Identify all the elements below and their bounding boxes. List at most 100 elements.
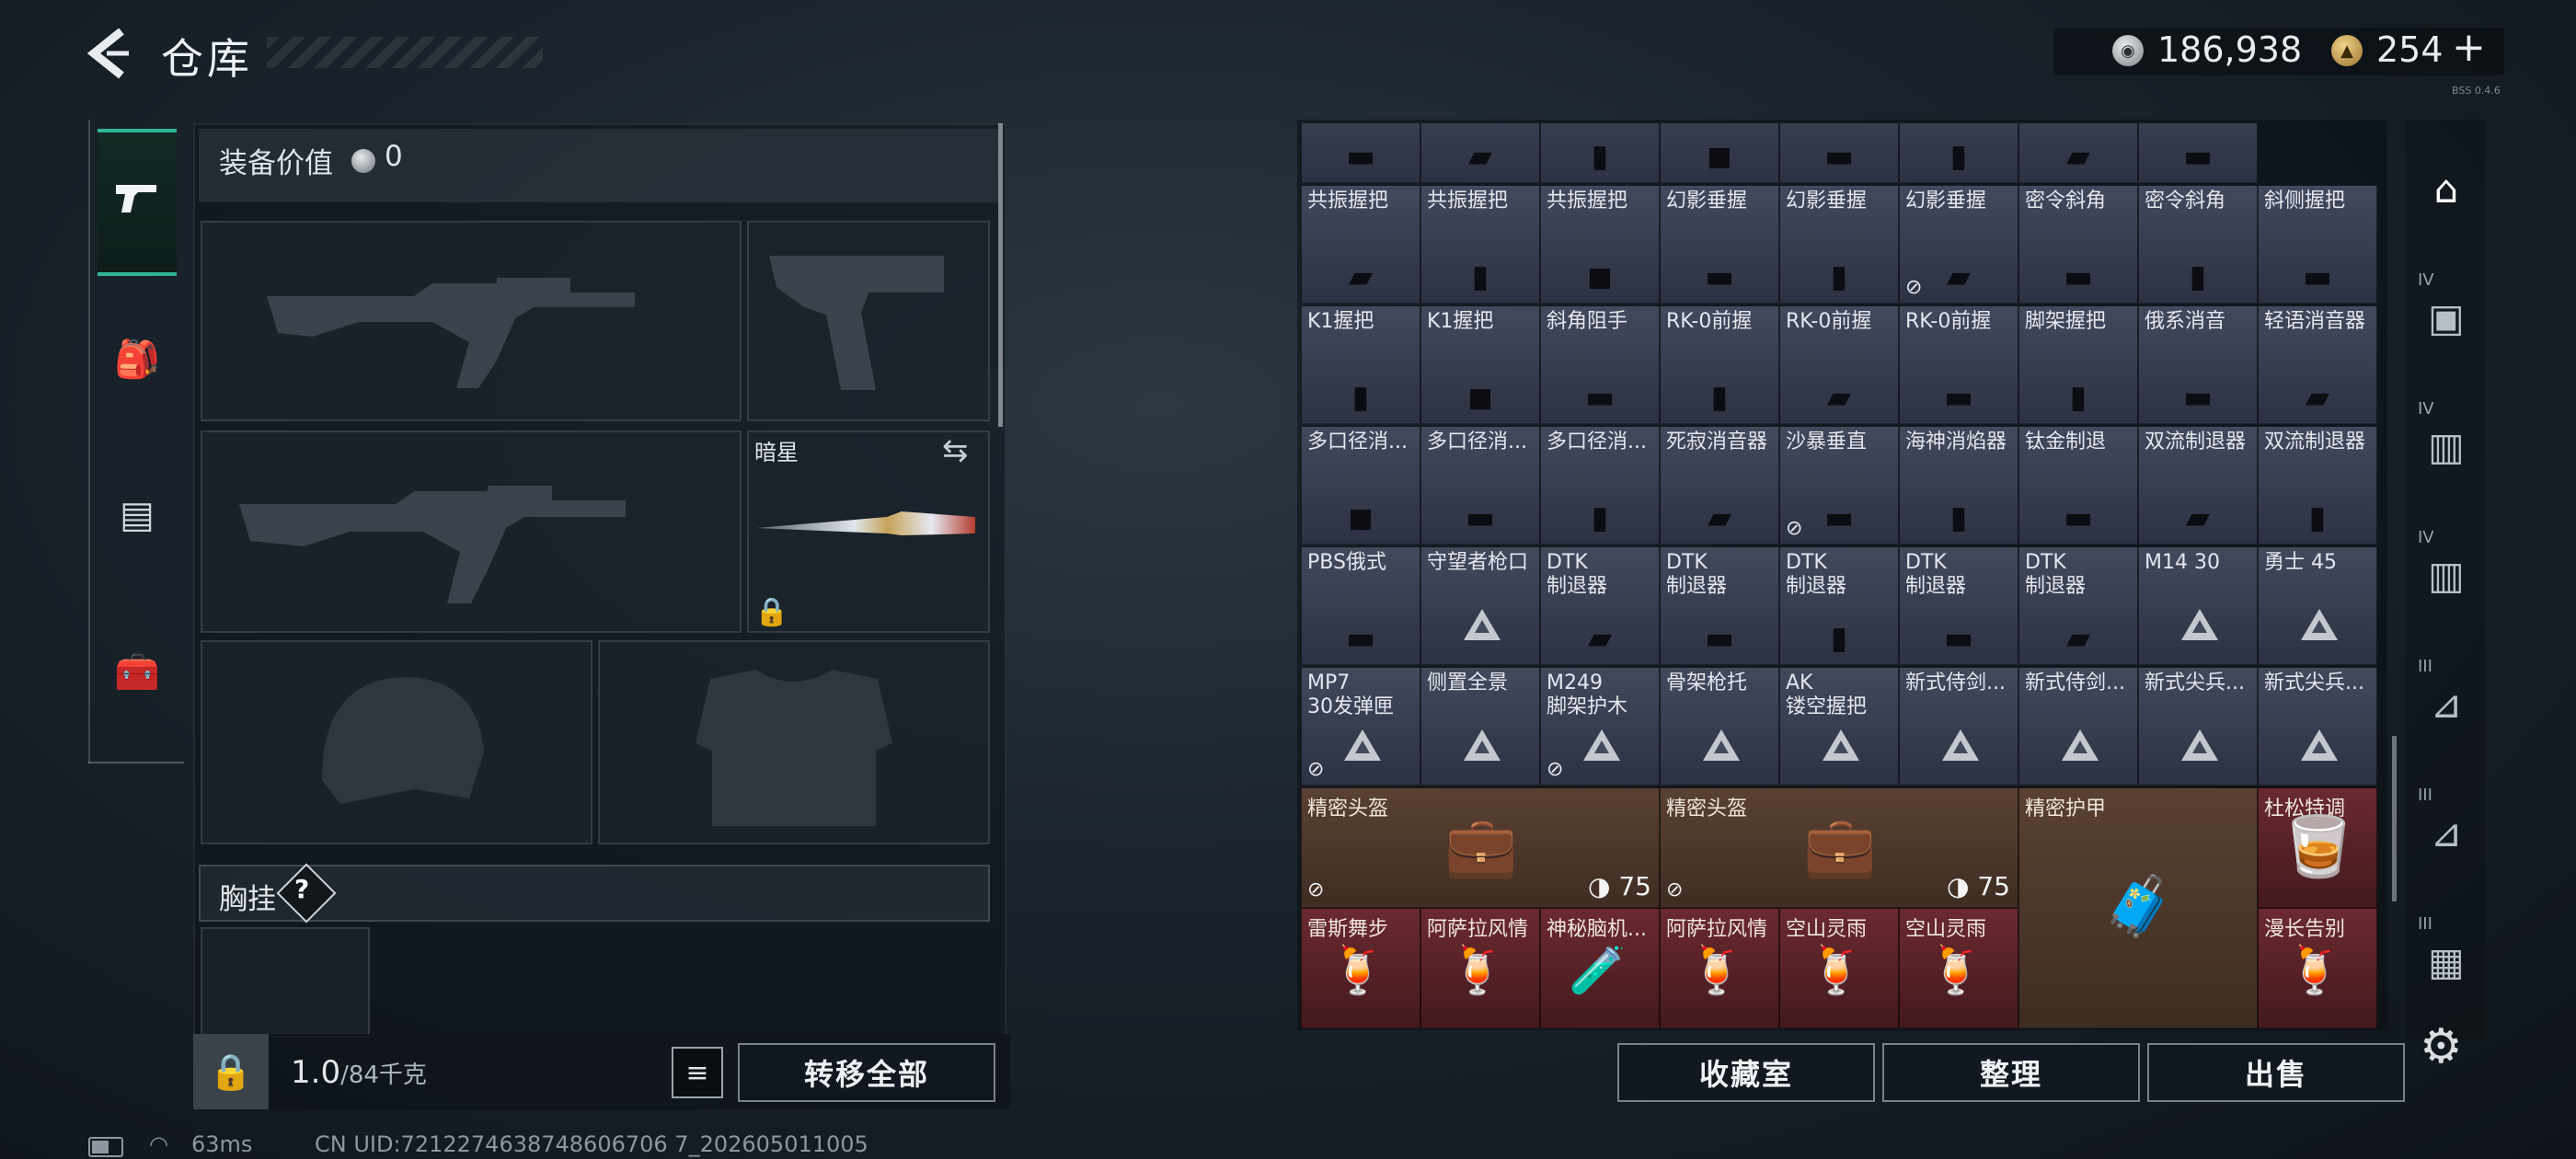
stash-item[interactable]: ▰ bbox=[2018, 123, 2138, 183]
stash-item[interactable]: K1握把 ▮ bbox=[1301, 305, 1420, 424]
item-name: 新式侍剑... bbox=[2025, 671, 2125, 694]
transfer-all-button[interactable]: 转移全部 bbox=[738, 1043, 995, 1102]
stash-item[interactable]: RK-0前握 ▬ bbox=[1899, 305, 2018, 424]
back-button[interactable] bbox=[85, 26, 132, 81]
stash-item[interactable]: DTK 制退器 ▬ bbox=[1660, 546, 1779, 665]
drink-item[interactable]: 阿萨拉风情 🍹 bbox=[1660, 908, 1779, 1028]
stash-item[interactable]: 勇士 45 bbox=[2258, 546, 2377, 665]
organize-button[interactable]: 整理 bbox=[1882, 1043, 2140, 1102]
category-iii-c[interactable]: III ▦ bbox=[2410, 911, 2482, 1012]
stash-item[interactable]: 共振握把 ▮ bbox=[1420, 185, 1540, 304]
stash-item[interactable]: 脚架握把 ▮ bbox=[2018, 305, 2138, 424]
stash-item[interactable]: 密令斜角 ▬ bbox=[2018, 185, 2138, 304]
stash-item[interactable]: DTK 制退器 ▰ bbox=[2018, 546, 2138, 665]
stash-item[interactable]: ▰ bbox=[1420, 123, 1540, 183]
stash-item[interactable]: RK-0前握 ▰ bbox=[1779, 305, 1899, 424]
drink-item[interactable]: 神秘脑机... 🧪 bbox=[1540, 908, 1660, 1028]
stash-item[interactable]: 新式尖兵... bbox=[2138, 667, 2258, 786]
stash-item[interactable]: 骨架枪托 bbox=[1660, 667, 1779, 786]
arch-icon: ⌂ bbox=[2433, 166, 2459, 212]
stash-item[interactable]: ▮ bbox=[1899, 123, 2018, 183]
sell-button[interactable]: 出售 bbox=[2147, 1043, 2405, 1102]
stash-item[interactable]: 双流制退器 ▮ bbox=[2258, 426, 2377, 545]
add-currency-button[interactable]: + bbox=[2452, 24, 2486, 71]
stash-item[interactable]: MP7 30发弹匣 ⊘ bbox=[1301, 667, 1420, 786]
chest-rig-slot[interactable] bbox=[201, 927, 370, 1038]
armor-slot[interactable] bbox=[598, 640, 990, 844]
stash-item[interactable]: ◼ bbox=[1660, 123, 1779, 183]
stash-item[interactable]: 新式侍剑... bbox=[1899, 667, 2018, 786]
attachment-icon: ▬ bbox=[2063, 499, 2094, 536]
stash-item[interactable]: 多口径消... ▬ bbox=[1420, 426, 1540, 545]
silver-currency-value: 186,938 bbox=[2157, 29, 2303, 70]
stash-item[interactable]: 俄系消音 ▬ bbox=[2138, 305, 2258, 424]
equipment-case-item[interactable]: 精密护甲 🧳 bbox=[2018, 787, 2258, 1028]
stash-scrollbar[interactable] bbox=[2392, 736, 2397, 901]
stash-item[interactable]: RK-0前握 ▮ bbox=[1660, 305, 1779, 424]
tab-weapons[interactable] bbox=[98, 129, 177, 276]
stash-item[interactable]: DTK 制退器 ▬ bbox=[1899, 546, 2018, 665]
collection-room-button[interactable]: 收藏室 bbox=[1617, 1043, 1875, 1102]
category-iii-b[interactable]: III ⊿ bbox=[2410, 782, 2482, 883]
stash-item[interactable]: ▮ bbox=[1540, 123, 1660, 183]
left-scrollbar[interactable] bbox=[998, 123, 1003, 427]
drink-item[interactable]: 杜松特调 🥃 bbox=[2258, 787, 2377, 908]
secondary-weapon-slot[interactable] bbox=[201, 430, 742, 633]
stash-item[interactable]: 多口径消... ▮ bbox=[1540, 426, 1660, 545]
stash-item[interactable]: AK 镂空握把 bbox=[1779, 667, 1899, 786]
stash-item[interactable]: 多口径消... ◼ bbox=[1301, 426, 1420, 545]
stash-item[interactable]: 轻语消音器 ▰ bbox=[2258, 305, 2377, 424]
category-iv-b[interactable]: IV ▥ bbox=[2410, 396, 2482, 497]
swap-icon[interactable]: ⇆ bbox=[942, 432, 969, 469]
stash-item[interactable]: ▬ bbox=[2138, 123, 2258, 183]
tab-toolbox[interactable]: 🧰 bbox=[98, 598, 177, 745]
stash-item[interactable]: ▬ bbox=[1301, 123, 1420, 183]
sidearm-slot[interactable] bbox=[747, 221, 990, 421]
stash-item[interactable]: 海神消焰器 ▮ bbox=[1899, 426, 2018, 545]
helmet-silhouette-icon bbox=[322, 677, 484, 804]
category-iv-c[interactable]: IV ▥ bbox=[2410, 524, 2482, 625]
stash-item[interactable]: 幻影垂握 ▮ bbox=[1779, 185, 1899, 304]
drink-item[interactable]: 雷斯舞步 🍹 bbox=[1301, 908, 1420, 1028]
stash-item[interactable]: 斜侧握把 ▬ bbox=[2258, 185, 2377, 304]
stash-item[interactable]: 新式侍剑... bbox=[2018, 667, 2138, 786]
stash-item[interactable]: 双流制退器 ▰ bbox=[2138, 426, 2258, 545]
stash-item[interactable]: 死寂消音器 ▰ bbox=[1660, 426, 1779, 545]
helmet-slot[interactable] bbox=[201, 640, 592, 844]
stash-item[interactable]: 钛金制退 ▬ bbox=[2018, 426, 2138, 545]
stash-item[interactable]: 新式尖兵... bbox=[2258, 667, 2377, 786]
drink-item[interactable]: 阿萨拉风情 🍹 bbox=[1420, 908, 1540, 1028]
silver-coin-icon: ◉ bbox=[2112, 35, 2144, 66]
stash-item[interactable]: 斜角阻手 ▬ bbox=[1540, 305, 1660, 424]
stash-item[interactable]: ▬ bbox=[1779, 123, 1899, 183]
stash-item[interactable]: M14 30 bbox=[2138, 546, 2258, 665]
stash-item[interactable]: 守望者枪口 bbox=[1420, 546, 1540, 665]
primary-weapon-slot[interactable] bbox=[201, 221, 742, 421]
stash-item[interactable]: M249 脚架护木 ⊘ bbox=[1540, 667, 1660, 786]
stash-item[interactable]: PBS俄式 ▬ bbox=[1301, 546, 1420, 665]
drink-item[interactable]: 空山灵雨 🍹 bbox=[1779, 908, 1899, 1028]
drink-item[interactable]: 空山灵雨 🍹 bbox=[1899, 908, 2018, 1028]
stash-item[interactable]: DTK 制退器 ▰ bbox=[1540, 546, 1660, 665]
stash-item[interactable]: K1握把 ◼ bbox=[1420, 305, 1540, 424]
category-iii-a[interactable]: III ⊿ bbox=[2410, 653, 2482, 754]
attachment-icon: ◼ bbox=[1347, 499, 1374, 536]
tab-backpack[interactable]: ▤ bbox=[98, 442, 177, 589]
tab-gear[interactable]: 🎒 bbox=[98, 285, 177, 432]
category-iv-a[interactable]: IV ▣ bbox=[2410, 267, 2482, 368]
equipment-case-item[interactable]: 精密头盔 💼 ◑ 75 ⊘ bbox=[1660, 787, 2018, 908]
stash-item[interactable]: 共振握把 ▰ bbox=[1301, 185, 1420, 304]
stash-item[interactable]: 密令斜角 ▮ bbox=[2138, 185, 2258, 304]
stash-item[interactable]: 沙暴垂直 ▬ ⊘ bbox=[1779, 426, 1899, 545]
list-view-button[interactable]: ≡ bbox=[672, 1047, 723, 1098]
category-all[interactable]: ⌂ bbox=[2410, 138, 2482, 239]
equipment-case-item[interactable]: 精密头盔 💼 ◑ 75 ⊘ bbox=[1301, 787, 1660, 908]
stash-item[interactable]: 幻影垂握 ▬ bbox=[1660, 185, 1779, 304]
gear-icon[interactable]: ⚙ bbox=[2420, 1019, 2463, 1074]
drink-item[interactable]: 漫长告别 🍹 bbox=[2258, 908, 2377, 1028]
stash-item[interactable]: 共振握把 ◼ bbox=[1540, 185, 1660, 304]
stash-item[interactable]: DTK 制退器 ▮ bbox=[1779, 546, 1899, 665]
ping-text: 63ms bbox=[191, 1131, 253, 1157]
stash-item[interactable]: 幻影垂握 ▰ ⊘ bbox=[1899, 185, 2018, 304]
stash-item[interactable]: 侧置全景 bbox=[1420, 667, 1540, 786]
